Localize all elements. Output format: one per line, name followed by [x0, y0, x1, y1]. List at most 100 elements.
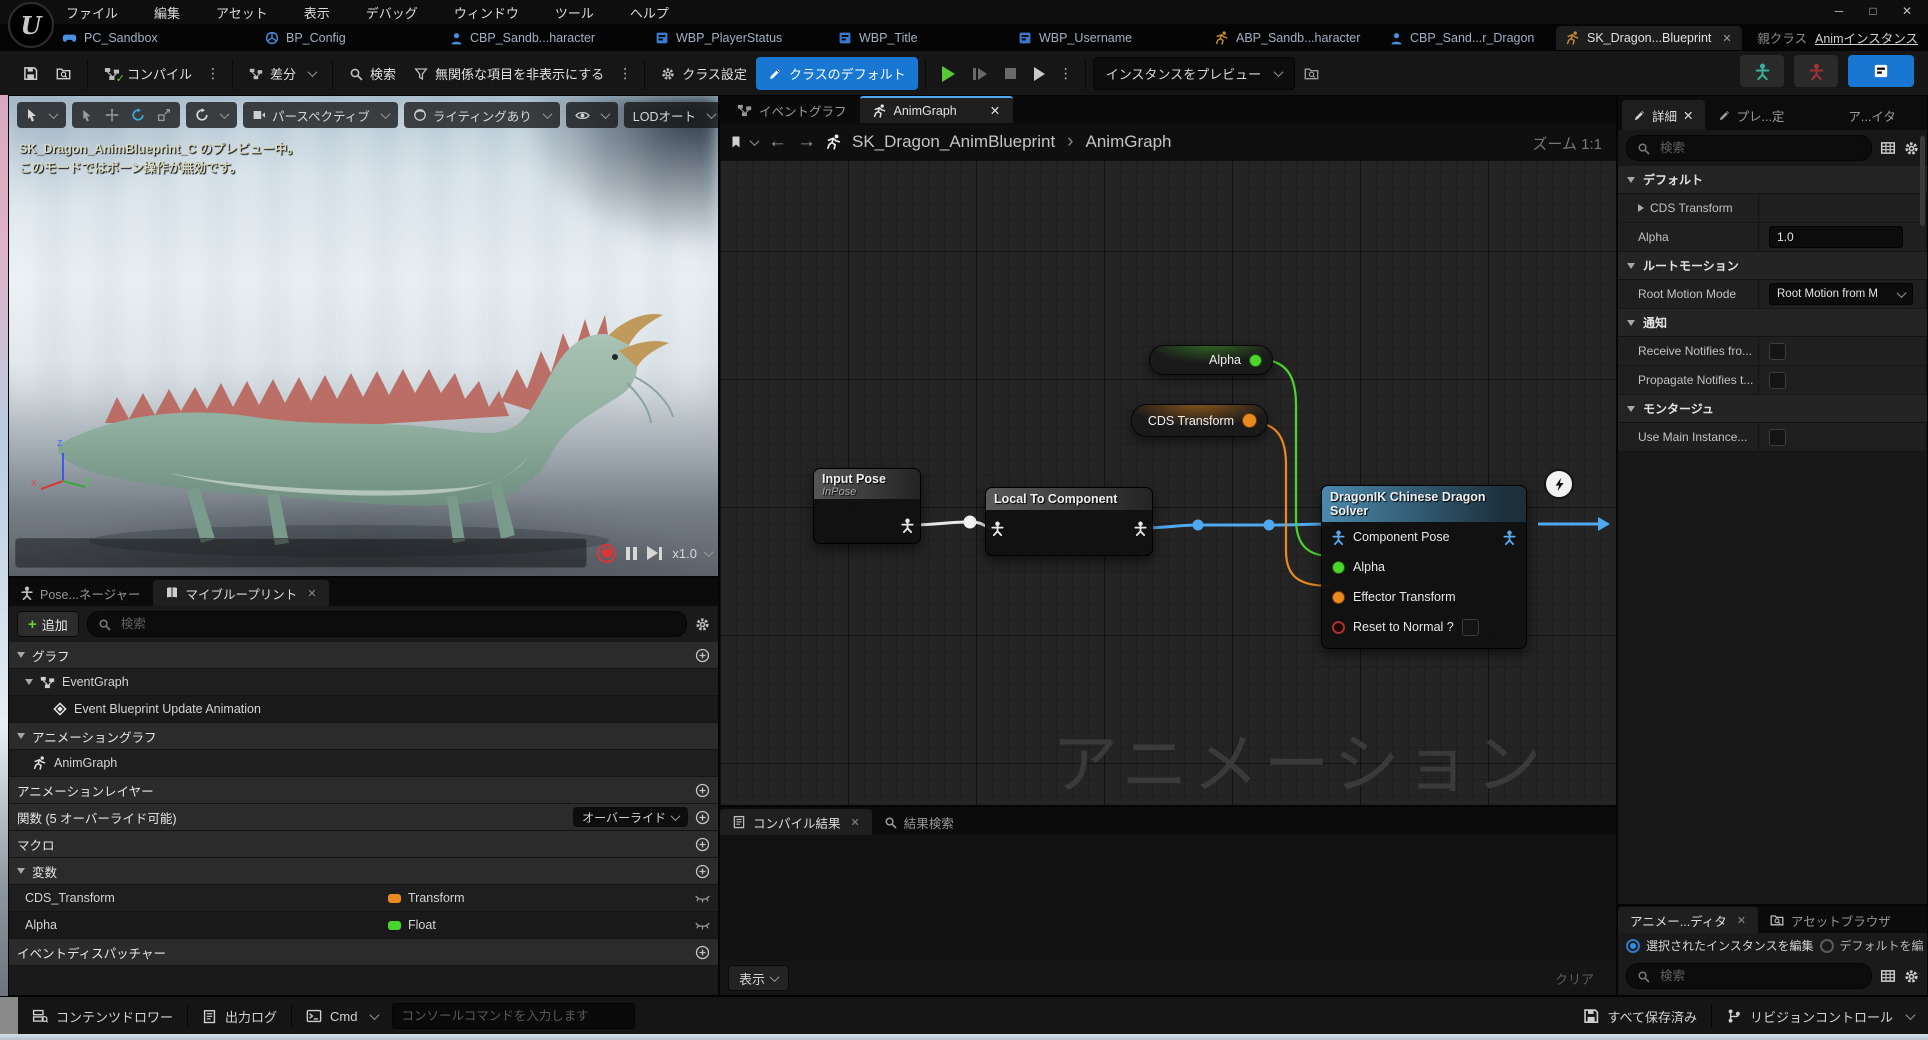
add-function-icon[interactable]: [695, 810, 710, 825]
pin-row-reset-to-normal[interactable]: Reset to Normal ?: [1322, 612, 1526, 642]
add-layer-icon[interactable]: [695, 783, 710, 798]
property-row-use-main-instance[interactable]: Use Main Instance...: [1618, 423, 1927, 452]
search-input[interactable]: [1658, 140, 1861, 156]
tab-details[interactable]: 詳細 ✕: [1622, 100, 1705, 130]
node-alpha-getter[interactable]: Alpha: [1149, 345, 1273, 375]
variables-section-header[interactable]: 変数: [9, 858, 718, 885]
alpha-value-input[interactable]: [1769, 226, 1903, 248]
search-input[interactable]: [1658, 968, 1861, 984]
property-row-cds-transform[interactable]: CDS Transform: [1618, 194, 1927, 223]
search-input[interactable]: [119, 616, 676, 632]
property-row-propagate-notifies[interactable]: Propagate Notifies t...: [1618, 366, 1927, 395]
playback-speed-dropdown[interactable]: x1.0: [672, 546, 712, 561]
bookmarks-dropdown[interactable]: [730, 135, 758, 149]
menu-file[interactable]: ファイル: [66, 3, 118, 22]
macros-section-header[interactable]: マクロ: [9, 831, 718, 858]
pose-output-pin[interactable]: [1134, 521, 1147, 536]
timeline-scrubber[interactable]: [15, 538, 587, 568]
tab-abp-sandbox-character[interactable]: ABP_Sandb...haracter: [1205, 26, 1370, 50]
diff-button[interactable]: 差分: [240, 58, 325, 89]
menu-edit[interactable]: 編集: [154, 3, 180, 22]
eye-closed-icon[interactable]: [695, 921, 710, 930]
filter-gear-icon[interactable]: [695, 617, 710, 632]
tab-sk-dragon-blueprint[interactable]: SK_Dragon...Blueprint ✕: [1556, 26, 1742, 50]
pause-button[interactable]: [626, 547, 637, 560]
clear-button[interactable]: クリア: [1541, 969, 1608, 988]
transform-output-pin[interactable]: [1242, 413, 1257, 428]
console-command-input[interactable]: [392, 1003, 635, 1029]
stop-button[interactable]: [996, 62, 1025, 85]
close-tab-icon[interactable]: ✕: [1722, 32, 1731, 45]
show-filter-dropdown[interactable]: 表示: [728, 965, 789, 991]
parent-class-link[interactable]: Animインスタンス: [1815, 28, 1918, 47]
preview-mesh-button[interactable]: [1740, 55, 1784, 87]
breadcrumb-root[interactable]: SK_Dragon_AnimBlueprint: [852, 132, 1055, 152]
advance-button[interactable]: [1025, 61, 1054, 87]
move-tool-icon[interactable]: [105, 108, 119, 122]
edit-defaults-radio[interactable]: [1820, 939, 1834, 953]
breadcrumb-current[interactable]: AnimGraph: [1086, 132, 1172, 152]
anim-graph-item[interactable]: AnimGraph: [9, 750, 718, 777]
section-default[interactable]: デフォルト: [1618, 166, 1927, 194]
property-row-root-motion-mode[interactable]: Root Motion Mode Root Motion from M: [1618, 280, 1927, 309]
tab-pose-watch-manager[interactable]: Pose...ネージャー: [9, 580, 153, 606]
details-scrollbar[interactable]: [1920, 136, 1925, 226]
close-tab-icon[interactable]: ✕: [307, 587, 316, 600]
menu-window[interactable]: ウィンドウ: [454, 3, 519, 22]
tab-asset-browser[interactable]: アセットブラウザ: [1758, 907, 1903, 933]
forward-icon[interactable]: →: [797, 131, 816, 153]
tab-cbp-sandbox-dragon[interactable]: CBP_Sand...r_Dragon: [1380, 26, 1544, 50]
property-row-alpha[interactable]: Alpha: [1618, 223, 1927, 252]
node-dragonik-solver[interactable]: DragonIK Chinese Dragon Solver Component…: [1321, 485, 1527, 649]
settings-gear-icon[interactable]: [1904, 141, 1919, 156]
viewport-mode-dropdown[interactable]: [17, 102, 66, 128]
close-tab-icon[interactable]: ✕: [990, 103, 1000, 118]
root-motion-mode-dropdown[interactable]: Root Motion from M: [1769, 283, 1913, 305]
hide-unrelated-options-icon[interactable]: ⋮: [613, 65, 637, 82]
close-button[interactable]: ✕: [1892, 0, 1922, 22]
edit-selected-radio[interactable]: [1626, 939, 1640, 953]
tab-wbp-username[interactable]: WBP_Username: [1008, 26, 1142, 50]
section-montage[interactable]: モンタージュ: [1618, 395, 1927, 423]
frame-skip-button[interactable]: [964, 62, 996, 86]
preview-viewport[interactable]: パースペクティブ ライティングあり LODオート SK_Dragon_AnimB…: [8, 95, 719, 577]
tab-asset-editor[interactable]: ア...イタ: [1837, 100, 1906, 130]
menu-help[interactable]: ヘルプ: [630, 3, 669, 22]
tab-find-results[interactable]: 結果検索: [872, 809, 966, 835]
compile-options-icon[interactable]: ⋮: [201, 65, 225, 82]
section-notifications[interactable]: 通知: [1618, 309, 1927, 337]
debug-mesh-button[interactable]: [1794, 55, 1838, 87]
settings-gear-icon[interactable]: [1904, 969, 1919, 984]
select-tool-icon[interactable]: [81, 109, 93, 122]
property-row-receive-notifies[interactable]: Receive Notifies fro...: [1618, 337, 1927, 366]
back-icon[interactable]: ←: [768, 131, 787, 153]
hide-unrelated-button[interactable]: 無関係な項目を非表示にする: [405, 58, 613, 89]
save-button[interactable]: [14, 60, 47, 87]
event-update-animation-item[interactable]: Event Blueprint Update Animation: [9, 696, 718, 723]
alpha-input-pin[interactable]: [1332, 561, 1345, 574]
cmd-dropdown[interactable]: Cmd: [292, 997, 392, 1035]
find-button[interactable]: 検索: [340, 58, 405, 89]
output-log-button[interactable]: 出力ログ: [188, 997, 291, 1035]
save-status-button[interactable]: すべて保存済み: [1569, 997, 1711, 1035]
details-search[interactable]: [1626, 135, 1872, 161]
node-local-to-component[interactable]: Local To Component: [985, 487, 1153, 556]
content-drawer-button[interactable]: コンテンツドロワー: [18, 997, 187, 1035]
tab-bp-config[interactable]: BP_Config: [255, 26, 356, 50]
revision-control-button[interactable]: リビジョンコントロール: [1712, 997, 1928, 1035]
add-graph-icon[interactable]: [695, 648, 710, 663]
eye-closed-icon[interactable]: [695, 894, 710, 903]
event-graph-item[interactable]: EventGraph: [9, 669, 718, 696]
reset-checkbox[interactable]: [1462, 619, 1479, 636]
override-dropdown[interactable]: オーバーライド: [573, 807, 688, 827]
lit-mode-dropdown[interactable]: ライティングあり: [404, 102, 560, 128]
play-options-icon[interactable]: ⋮: [1054, 65, 1078, 82]
preview-instance-dropdown[interactable]: インスタンスをプレビュー: [1093, 57, 1295, 90]
add-button[interactable]: +追加: [17, 611, 79, 637]
debug-object-button[interactable]: [1295, 60, 1328, 87]
tab-cbp-sandbox-character[interactable]: CBP_Sandb...haracter: [440, 26, 605, 50]
pin-row-component-pose[interactable]: Component Pose: [1322, 522, 1526, 552]
graph-canvas[interactable]: アニメーション Alpha CDS Transform: [720, 123, 1616, 805]
pose-input-pin[interactable]: [1332, 530, 1345, 545]
receive-notifies-checkbox[interactable]: [1769, 343, 1786, 360]
